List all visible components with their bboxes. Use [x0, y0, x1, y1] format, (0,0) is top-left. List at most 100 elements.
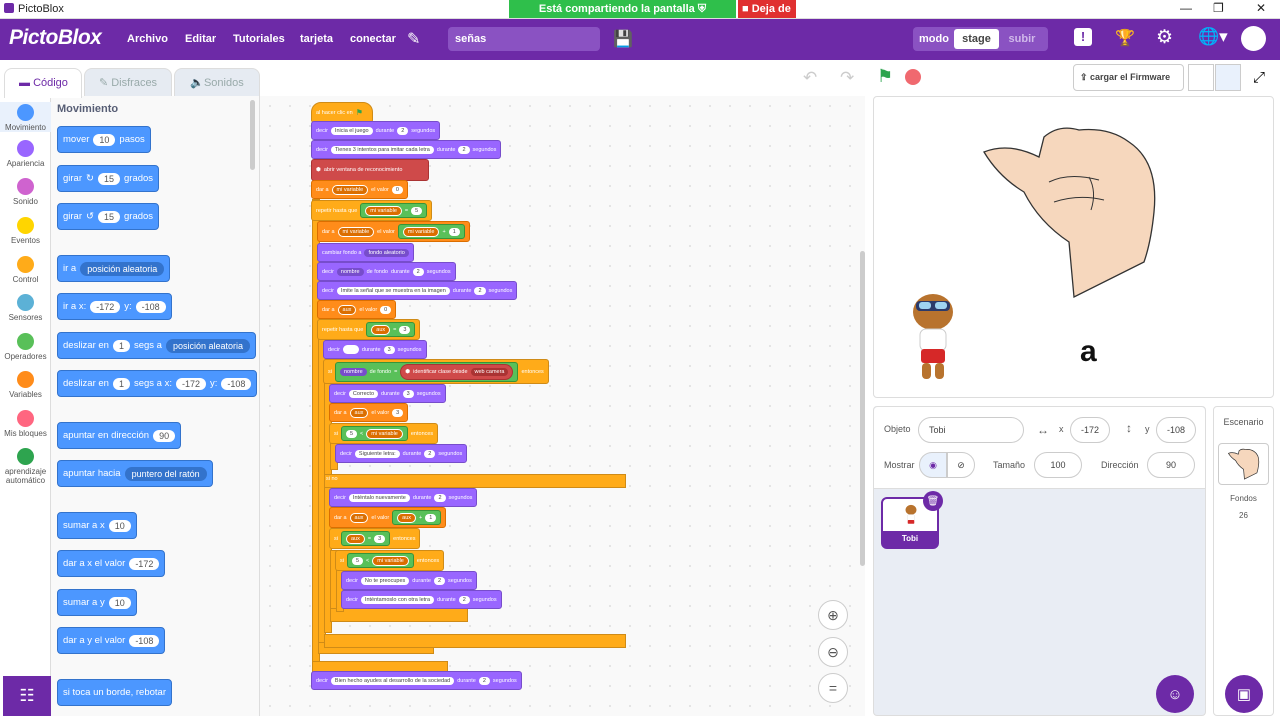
block-set-variable[interactable]: dar a aux el valor aux +1 [329, 507, 447, 528]
category-movimiento[interactable]: Movimiento [0, 102, 51, 132]
project-name-input[interactable]: señas [448, 27, 600, 51]
delete-sprite-icon[interactable]: 🗑 [923, 491, 943, 511]
menu-tutoriales[interactable]: Tutoriales [233, 33, 285, 45]
tab-costumes[interactable]: ✎ Disfraces [84, 68, 172, 98]
block-sumar-x[interactable]: sumar a x 10 [57, 512, 137, 539]
block-decir[interactable]: decir Imite la señal que se muestra en la… [317, 281, 518, 300]
block-input[interactable]: 2 [397, 126, 409, 135]
block-dar-y[interactable]: dar a y el valor -108 [57, 627, 166, 654]
block-deslizar[interactable]: deslizar en 1 segs a posición aleatoria [57, 332, 257, 359]
block-open-recognition-window[interactable]: ⬢ abrir ventana de reconocimiento [311, 159, 429, 181]
category-sonido[interactable]: Sonido [0, 178, 51, 206]
show-visible-icon[interactable]: ◉ [919, 452, 947, 478]
block-input[interactable]: 2 [434, 493, 446, 502]
block-input[interactable]: -172 [176, 377, 207, 390]
fullscreen-icon[interactable]: ⤢ [1244, 64, 1274, 91]
menu-tarjeta[interactable]: tarjeta [300, 33, 333, 45]
block-input[interactable]: 90 [153, 429, 176, 442]
block-input[interactable]: 2 [412, 267, 424, 276]
hide-visible-icon[interactable]: ⊘ [947, 452, 975, 478]
block-input[interactable]: No te preocupes [360, 576, 410, 585]
block-deslizar-xy[interactable]: deslizar en 1 segs a x: -172 y: -108 [57, 370, 258, 397]
block-input[interactable]: mi variable [365, 205, 402, 216]
category-mis-bloques[interactable]: Mis bloques [0, 410, 51, 438]
block-identify-class[interactable]: ⬢ identificar clase desde web camera [400, 363, 514, 380]
block-input[interactable]: 10 [108, 596, 131, 609]
block-dropdown[interactable]: aux [349, 512, 369, 523]
block-input[interactable]: 15 [97, 210, 120, 223]
size-input[interactable]: 100 [1034, 452, 1082, 478]
block-apuntar[interactable]: apuntar en dirección 90 [57, 422, 182, 449]
block-dropdown[interactable]: aux [337, 304, 357, 315]
block-input[interactable]: 0 [391, 185, 403, 194]
block-decir[interactable]: decir Correcto durante 3 segundos [329, 384, 446, 403]
block-set-variable[interactable]: dar a aux el valor 0 [317, 300, 397, 319]
block-sumar-y[interactable]: sumar a y 10 [57, 589, 137, 616]
block-set-variable[interactable]: dar a mi variable el valor mi variable +1 [317, 221, 470, 242]
block-input[interactable]: 2 [458, 595, 470, 604]
block-input[interactable]: 5 [411, 206, 423, 215]
block-dropdown[interactable]: posición aleatoria [165, 338, 251, 353]
x-input[interactable]: -172 [1070, 417, 1110, 443]
block-input[interactable]: aux [345, 533, 365, 544]
block-decir[interactable]: decir Inicia el juego durante 2 segundos [311, 121, 441, 140]
block-input[interactable]: Inténtalo nuevamente [348, 493, 410, 502]
block-input[interactable]: -172 [129, 557, 160, 570]
block-decir[interactable]: decir Inténtamoslo con otra letra durante 2… [341, 590, 502, 609]
block-repeat-until[interactable]: repetir hasta que mi variable = 5 [311, 200, 433, 221]
add-backdrop-icon[interactable]: ▣ [1225, 675, 1263, 713]
block-equals[interactable]: aux = 3 [366, 322, 416, 337]
block-input[interactable]: 3 [392, 408, 404, 417]
block-dropdown[interactable]: nombre [339, 367, 367, 376]
category-aprendizaje-automatico[interactable]: aprendizaje automático [0, 448, 51, 485]
large-stage-icon[interactable] [1215, 64, 1241, 91]
stop-icon[interactable] [905, 69, 921, 85]
block-input[interactable]: 5 [351, 556, 364, 565]
block-dropdown[interactable]: posición aleatoria [80, 261, 165, 276]
block-decir[interactable]: decir nombre de fondo durante 2 segundos [317, 262, 456, 281]
block-set-variable[interactable]: dar a mi variable el valor 0 [311, 180, 408, 199]
tobi-sprite[interactable] [902, 287, 964, 382]
workspace-scrollbar[interactable] [860, 251, 865, 566]
block-dropdown[interactable]: nombre [336, 267, 364, 276]
block-input[interactable]: 1 [425, 513, 437, 522]
menu-editar[interactable]: Editar [185, 33, 216, 45]
block-apuntar-hacia[interactable]: apuntar hacia puntero del ratón [57, 460, 213, 487]
menu-conectar[interactable]: conectar [350, 33, 396, 45]
block-equals[interactable]: aux = 3 [340, 531, 391, 546]
block-dropdown[interactable]: aux [349, 407, 369, 418]
block-mover[interactable]: mover 10 pasos [57, 126, 151, 153]
block-input[interactable]: -108 [221, 377, 252, 390]
block-dar-x[interactable]: dar a x el valor -172 [57, 550, 166, 577]
block-add[interactable]: mi variable +1 [397, 224, 465, 239]
block-input[interactable]: -108 [129, 634, 160, 647]
direction-input[interactable]: 90 [1147, 452, 1195, 478]
block-input[interactable]: -108 [135, 300, 166, 313]
block-ir-a-xy[interactable]: ir a x: -172 y: -108 [57, 293, 172, 320]
block-input[interactable]: 2 [433, 576, 445, 585]
save-icon[interactable]: 💾 [613, 29, 633, 49]
block-repeat-until[interactable]: repetir hasta que aux = 3 [317, 319, 421, 340]
tab-sounds[interactable]: 🔈Sonidos [174, 68, 260, 98]
block-input[interactable]: mi variable [402, 226, 440, 237]
block-input[interactable]: Bien hecho ayudes al desarrollo de la so… [330, 676, 455, 685]
block-if[interactable]: si 5 < mi variable entonces [335, 550, 445, 571]
stop-share-button[interactable]: ■ Deja de [738, 0, 796, 18]
block-decir[interactable]: decir Bien hecho ayudes al desarrollo de … [311, 671, 522, 690]
block-ir-a[interactable]: ir a posición aleatoria [57, 255, 171, 282]
add-extension-button[interactable]: ☷ [3, 676, 51, 716]
block-dropdown[interactable]: fondo aleatorio [364, 248, 409, 257]
block-input[interactable]: 10 [93, 133, 116, 146]
redo-icon[interactable]: ↷ [840, 68, 854, 88]
language-globe-icon[interactable]: 🌐▾ [1198, 27, 1228, 47]
green-flag-icon[interactable]: ⚑ [877, 66, 893, 87]
block-girar-izquierda[interactable]: girar ↺ 15 grados [57, 203, 160, 230]
block-input[interactable]: mi variable [372, 555, 409, 566]
sprite-name-input[interactable]: Tobi [918, 417, 1024, 443]
small-stage-icon[interactable] [1188, 64, 1214, 91]
block-input[interactable]: 3 [399, 325, 411, 334]
gear-icon[interactable]: ⚙ [1156, 26, 1173, 49]
block-if[interactable]: si aux = 3 entonces [329, 528, 421, 549]
block-rebotar[interactable]: si toca un borde, rebotar [57, 679, 172, 706]
block-decir[interactable]: decir No te preocupes durante 2 segundos [341, 571, 477, 590]
